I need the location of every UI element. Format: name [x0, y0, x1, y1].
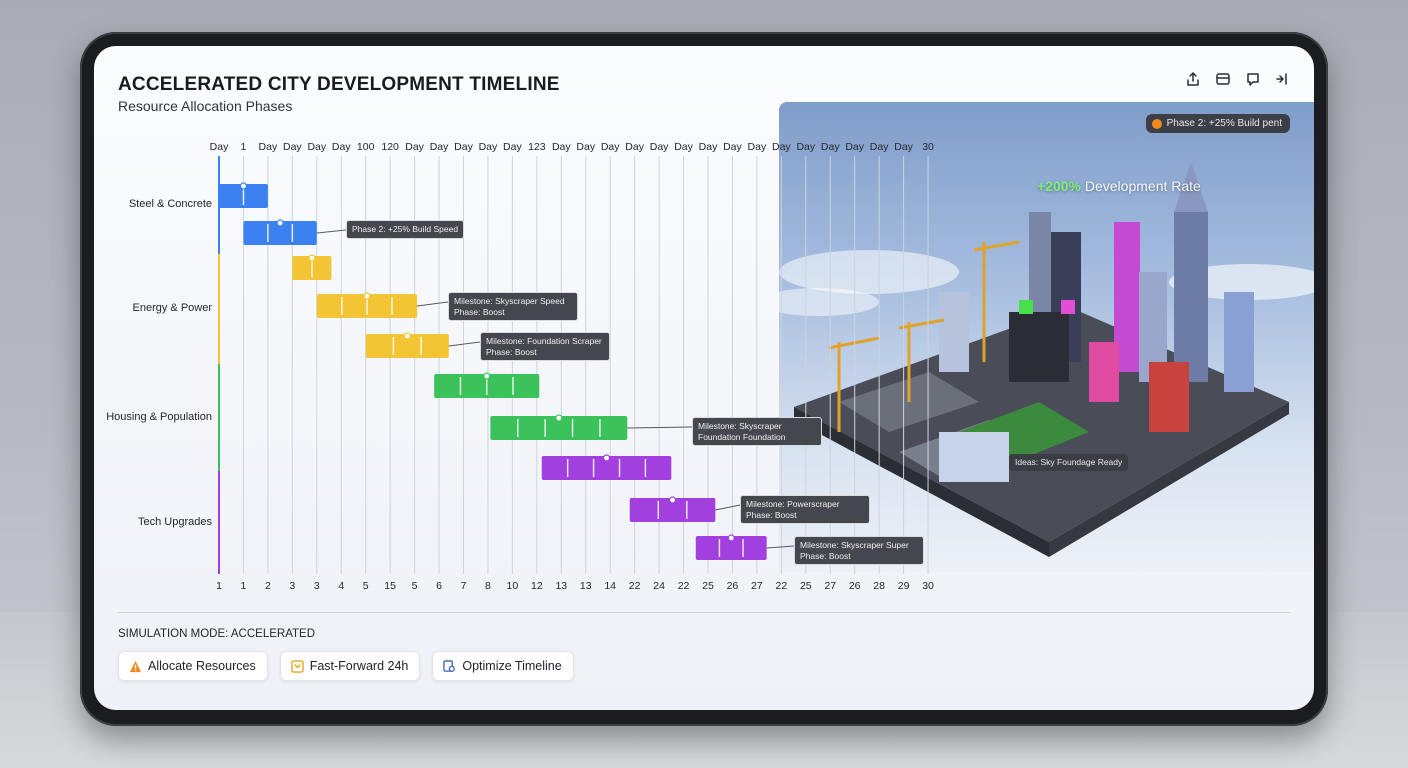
row-label: Energy & Power — [132, 302, 212, 314]
bottom-axis-tick: 14 — [604, 580, 617, 592]
top-axis-tick: Day — [723, 141, 742, 153]
top-axis-tick: 30 — [922, 141, 934, 153]
top-axis-tick: Day — [551, 141, 571, 153]
allocate-resources-button[interactable]: Allocate Resources — [118, 651, 268, 681]
bottom-axis-tick: 2 — [264, 580, 271, 592]
row-label: Steel & Concrete — [128, 198, 212, 210]
top-axis-tick: 1 — [240, 141, 247, 153]
bottom-axis-tick: 22 — [677, 580, 690, 592]
milestone-tooltip: Milestone: Powerscraper Phase: Boost — [740, 495, 870, 525]
bottom-axis-tick: 22 — [628, 580, 641, 592]
app-screen: ACCELERATED CITY DEVELOPMENT TIMELINE Re… — [94, 46, 1314, 710]
top-axis-tick: Day — [576, 141, 596, 153]
top-axis-tick: Day — [772, 141, 791, 153]
top-axis-tick: Day — [625, 141, 644, 153]
bottom-axis-tick: 26 — [848, 580, 861, 592]
bottom-axis-tick: 10 — [506, 580, 519, 592]
milestone-tooltip: Milestone: Foundation Scraper Phase: Boo… — [480, 332, 610, 362]
milestone-tooltip: Milestone: Skyscraper Super Phase: Boost — [794, 536, 924, 566]
bottom-axis-tick: 5 — [362, 580, 369, 592]
top-axis-tick: Day — [747, 141, 767, 153]
top-axis-tick: Day — [600, 141, 620, 153]
tooltip-connector — [627, 426, 693, 429]
milestone-tooltip: Phase 2: +25% Build Speed — [346, 220, 465, 239]
fast-forward-button[interactable]: Fast-Forward 24h — [279, 651, 421, 681]
tooltip-connector — [766, 545, 795, 549]
gantt-chart — [218, 156, 929, 574]
optimize-timeline-button[interactable]: Optimize Timeline — [432, 651, 574, 681]
top-axis-tick: 120 — [381, 141, 399, 153]
row-label: Tech Upgrades — [138, 515, 212, 528]
milestone-tooltip: Milestone: Skyscraper Speed Phase: Boost — [448, 292, 578, 322]
milestone-marker[interactable] — [483, 372, 491, 380]
bottom-axis-tick: 29 — [897, 580, 910, 592]
tooltip-connector — [416, 301, 449, 307]
top-axis-tick: Day — [845, 141, 865, 153]
top-axis-tick: Day — [649, 141, 669, 153]
top-axis-tick: Day — [454, 141, 473, 153]
top-axis-tick: Day — [307, 141, 327, 153]
bottom-axis-tick: 24 — [653, 580, 665, 592]
warning-icon — [129, 660, 142, 672]
milestone-marker[interactable] — [308, 254, 316, 262]
top-axis-tick: Day — [674, 141, 693, 153]
bottom-axis-tick: 8 — [485, 580, 491, 592]
tooltip-connector — [715, 504, 741, 511]
bottom-axis-tick: 1 — [240, 580, 247, 592]
milestone-marker[interactable] — [403, 332, 411, 340]
bottom-axis-tick: 3 — [289, 580, 296, 592]
top-axis-tick: 123 — [528, 141, 546, 153]
top-axis-tick: Day — [283, 141, 302, 153]
optimize-icon — [443, 659, 456, 672]
top-axis-tick: Day — [429, 141, 449, 153]
bottom-axis-tick: 30 — [922, 580, 934, 592]
bottom-axis-tick: 1 — [216, 580, 222, 592]
bottom-axis-tick: 26 — [726, 580, 739, 592]
bottom-axis-tick: 3 — [313, 580, 320, 592]
row-label: Housing & Population — [106, 410, 212, 423]
action-bar: Allocate Resources Fast-Forward 24h Opti… — [118, 651, 574, 681]
milestone-marker[interactable] — [727, 534, 735, 542]
top-axis-tick: 100 — [356, 141, 375, 153]
divider — [118, 612, 1290, 613]
bottom-axis-tick: 27 — [751, 580, 763, 592]
bottom-axis-tick: 15 — [384, 580, 396, 592]
top-axis-tick: Day — [894, 141, 913, 153]
milestone-marker[interactable] — [276, 219, 284, 227]
top-axis-tick: Day — [405, 141, 424, 153]
bottom-axis-tick: 28 — [873, 580, 885, 592]
top-axis-tick: Day — [503, 141, 522, 153]
fast-forward-label: Fast-Forward 24h — [309, 659, 409, 673]
bottom-axis-tick: 27 — [824, 580, 837, 592]
top-axis-tick: Day — [869, 141, 889, 153]
bottom-axis-tick: 6 — [436, 580, 442, 592]
top-axis-tick: Day — [478, 141, 498, 153]
milestone-marker[interactable] — [363, 292, 371, 300]
milestone-tooltip: Milestone: Skyscraper Foundation Foundat… — [692, 417, 822, 447]
top-axis-tick: Day — [209, 141, 229, 153]
top-axis-tick: Day — [796, 141, 816, 153]
fast-forward-icon — [290, 659, 304, 673]
bottom-axis-tick: 25 — [799, 580, 812, 592]
bottom-axis-tick: 25 — [702, 580, 714, 592]
optimize-timeline-label: Optimize Timeline — [462, 659, 562, 673]
simulation-mode: SIMULATION MODE: ACCELERATED — [118, 628, 316, 640]
milestone-marker[interactable] — [239, 182, 248, 190]
top-axis-tick: Day — [698, 141, 718, 153]
milestone-marker[interactable] — [602, 454, 611, 462]
bottom-axis-tick: 13 — [555, 580, 568, 592]
milestone-marker[interactable] — [555, 414, 563, 422]
top-axis-tick: Day — [820, 141, 840, 153]
milestone-marker[interactable] — [668, 496, 677, 504]
bottom-axis-tick: 13 — [579, 580, 592, 592]
top-axis-tick: Day — [258, 141, 278, 153]
bottom-axis-tick: 4 — [338, 580, 345, 592]
bottom-axis-tick: 7 — [460, 580, 467, 592]
bottom-axis-tick: 5 — [411, 580, 418, 592]
allocate-resources-label: Allocate Resources — [148, 659, 256, 673]
bottom-axis-tick: 12 — [531, 580, 543, 592]
tooltip-connector — [448, 341, 481, 347]
top-axis-tick: Day — [331, 141, 351, 153]
bottom-axis-tick: 22 — [775, 580, 788, 592]
